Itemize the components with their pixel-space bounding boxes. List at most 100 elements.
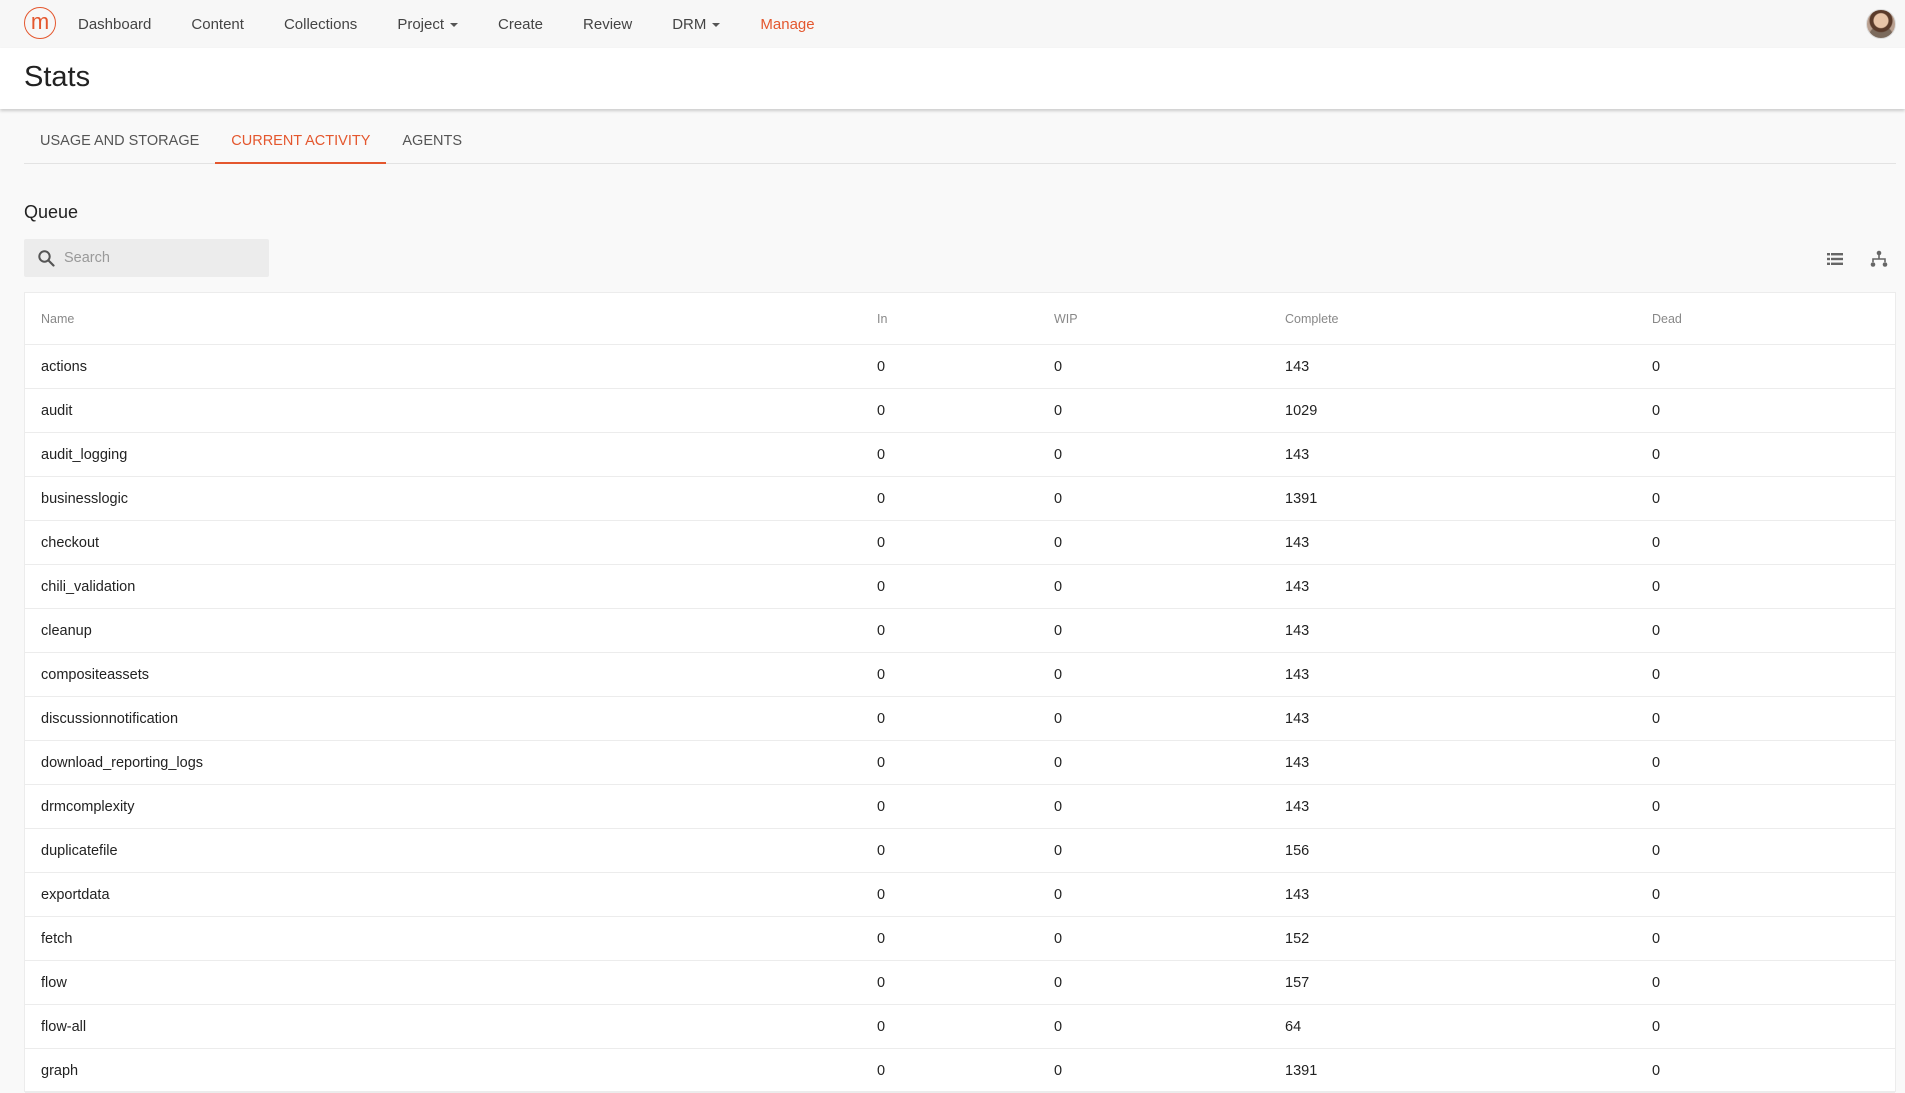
cell-complete: 1391 [1285,1062,1318,1079]
caret-down-icon [450,23,458,27]
tab-agents[interactable]: AGENTS [386,126,478,164]
cell-name: drmcomplexity [41,798,135,815]
tab-usage-and-storage[interactable]: USAGE AND STORAGE [24,126,215,164]
search-box[interactable] [24,239,269,277]
nav-item-project[interactable]: Project [397,16,458,33]
hierarchy-view-icon[interactable] [1870,250,1888,268]
cell-in: 0 [877,446,886,463]
cell-name: actions [41,358,87,375]
cell-name: audit_logging [41,446,128,463]
cell-wip: 0 [1054,754,1063,771]
table-row[interactable]: cleanup 0 0 143 0 [25,609,1895,653]
table-row[interactable]: duplicatefile 0 0 156 0 [25,829,1895,873]
nav-item-label: Content [191,15,244,33]
table-row[interactable]: graph 0 0 1391 0 [25,1049,1895,1093]
table-row[interactable]: exportdata 0 0 143 0 [25,873,1895,917]
cell-name: flow [41,974,67,991]
column-header-in[interactable]: In [877,293,887,344]
nav-item-drm[interactable]: DRM [672,16,721,33]
nav-item-label: Dashboard [78,15,152,33]
cell-dead: 0 [1652,446,1661,463]
cell-wip: 0 [1054,490,1063,507]
cell-name: cleanup [41,622,92,639]
table-row[interactable]: discussionnotification 0 0 143 0 [25,697,1895,741]
page-title: Stats [24,61,91,93]
list-view-icon[interactable] [1826,250,1844,268]
table-row[interactable]: audit 0 0 1029 0 [25,389,1895,433]
cell-wip: 0 [1054,842,1063,859]
tab-current-activity[interactable]: CURRENT ACTIVITY [215,126,387,164]
cell-name: audit [41,402,73,419]
cell-dead: 0 [1652,402,1661,419]
table-row[interactable]: drmcomplexity 0 0 143 0 [25,785,1895,829]
caret-down-icon [712,23,721,27]
stats-tabs: USAGE AND STORAGE CURRENT ACTIVITY AGENTS [24,126,1896,164]
table-row[interactable]: compositeassets 0 0 143 0 [25,653,1895,697]
cell-dead: 0 [1652,490,1661,507]
table-row[interactable]: checkout 0 0 143 0 [25,521,1895,565]
cell-dead: 0 [1652,710,1661,727]
cell-name: duplicatefile [41,842,118,859]
cell-in: 0 [877,490,886,507]
column-header-complete[interactable]: Complete [1285,293,1339,344]
cell-in: 0 [877,358,886,375]
nav-item-collections[interactable]: Collections [284,16,357,33]
top-navbar: m Dashboard Content Collections Project Crea… [0,0,1905,48]
cell-dead: 0 [1652,578,1661,595]
cell-name: flow-all [41,1018,87,1035]
search-input[interactable] [64,239,264,277]
table-row[interactable]: actions 0 0 143 0 [25,345,1895,389]
cell-in: 0 [877,798,886,815]
cell-dead: 0 [1652,1062,1661,1079]
cell-wip: 0 [1054,402,1063,419]
nav-item-manage[interactable]: Manage [760,16,814,33]
cell-name: compositeassets [41,666,149,683]
user-avatar[interactable] [1866,9,1896,39]
column-header-name[interactable]: Name [41,293,74,344]
cell-in: 0 [877,710,886,727]
cell-complete: 143 [1285,534,1310,551]
cell-complete: 143 [1285,446,1310,463]
table-row[interactable]: flow-all 0 0 64 0 [25,1005,1895,1049]
cell-name: fetch [41,930,73,947]
cell-in: 0 [877,534,886,551]
table-row[interactable]: businesslogic 0 0 1391 0 [25,477,1895,521]
table-row[interactable]: audit_logging 0 0 143 0 [25,433,1895,477]
page-header: Stats [0,48,1905,109]
nav-item-review[interactable]: Review [583,16,632,33]
cell-complete: 143 [1285,578,1310,595]
table-header-row: Name In WIP Complete Dead [25,293,1895,345]
cell-dead: 0 [1652,930,1661,947]
cell-wip: 0 [1054,974,1063,991]
cell-complete: 156 [1285,842,1310,859]
nav-item-label: Create [498,15,544,33]
cell-in: 0 [877,974,886,991]
cell-name: checkout [41,534,100,551]
main-nav: Dashboard Content Collections Project Create… [78,0,855,48]
column-header-wip[interactable]: WIP [1054,293,1078,344]
cell-complete: 143 [1285,666,1310,683]
cell-dead: 0 [1652,798,1661,815]
logo-letter: m [30,8,50,34]
cell-complete: 143 [1285,622,1310,639]
cell-name: chili_validation [41,578,136,595]
cell-complete: 157 [1285,974,1310,991]
cell-wip: 0 [1054,930,1063,947]
cell-wip: 0 [1054,666,1063,683]
cell-wip: 0 [1054,578,1063,595]
app-logo[interactable]: m [24,7,56,39]
cell-dead: 0 [1652,842,1661,859]
cell-in: 0 [877,622,886,639]
cell-dead: 0 [1652,666,1661,683]
nav-item-create[interactable]: Create [498,16,543,33]
table-row[interactable]: fetch 0 0 152 0 [25,917,1895,961]
nav-item-dashboard[interactable]: Dashboard [78,16,151,33]
cell-wip: 0 [1054,534,1063,551]
nav-item-label: Review [583,15,633,33]
table-row[interactable]: flow 0 0 157 0 [25,961,1895,1005]
table-row[interactable]: chili_validation 0 0 143 0 [25,565,1895,609]
cell-wip: 0 [1054,446,1063,463]
nav-item-content[interactable]: Content [191,16,244,33]
column-header-dead[interactable]: Dead [1652,293,1682,344]
table-row[interactable]: download_reporting_logs 0 0 143 0 [25,741,1895,785]
